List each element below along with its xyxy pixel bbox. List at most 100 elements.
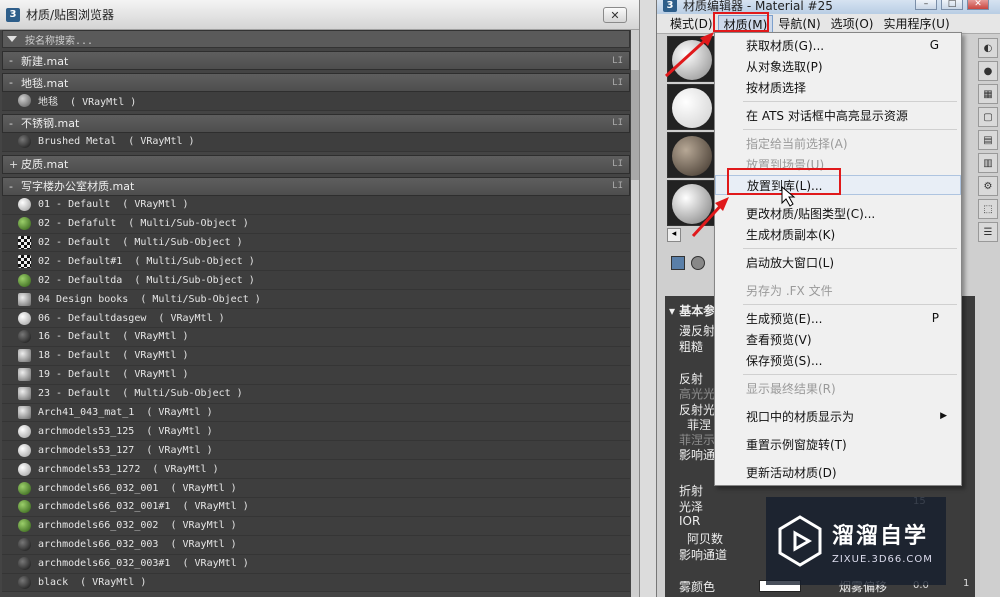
material-list-item[interactable]: 地毯 ( VRayMtl )	[2, 92, 630, 111]
uv-tiling-icon[interactable]: ▢	[978, 107, 998, 127]
menu-options[interactable]: 选项(O)	[826, 15, 879, 33]
material-list-item[interactable]: 02 - Defaultda ( Multi/Sub-Object )	[2, 271, 630, 291]
navigator-icon[interactable]: ☰	[978, 222, 998, 242]
param-label: IOR	[679, 514, 701, 528]
material-list-item[interactable]: 23 - Default ( Multi/Sub-Object )	[2, 384, 630, 404]
material-list-item[interactable]: 18 - Default ( VRayMtl )	[2, 346, 630, 366]
library-group-header[interactable]: + 皮质.mat LI	[2, 154, 630, 174]
library-group-header[interactable]: - 新建.mat LI	[2, 51, 630, 70]
material-list-item[interactable]: archmodels66_032_002 ( VRayMtl )	[2, 516, 630, 536]
material-list-item[interactable]: 01 - Default ( VRayMtl )	[2, 195, 630, 215]
material-list-item[interactable]: 02 - Default#1 ( Multi/Sub-Object )	[2, 252, 630, 272]
rollout-header[interactable]: ▾ 基本参	[669, 302, 715, 319]
material-list-item[interactable]: archmodels66_032_003#1 ( VRayMtl )	[2, 554, 630, 574]
menu-item[interactable]: 指定给当前选择(A)	[715, 133, 961, 153]
material-list-item[interactable]: archmodels66_032_003 ( VRayMtl )	[2, 535, 630, 555]
sample-slot[interactable]	[667, 36, 715, 82]
material-list-item[interactable]: Brushed Metal ( VRayMtl )	[2, 132, 630, 152]
watermark-subtitle: ZIXUE.3D66.COM	[832, 553, 933, 565]
material-swatch-icon	[18, 135, 31, 149]
video-color-check-icon[interactable]: ▤	[978, 130, 998, 150]
browser-scrollbar[interactable]	[631, 30, 639, 597]
menu-item[interactable]: 视口中的材质显示为 ▶	[715, 406, 961, 426]
menu-item[interactable]: 获取材质(G)... G	[715, 35, 961, 55]
close-icon[interactable]: ✕	[967, 0, 989, 10]
menu-item-label: 在 ATS 对话框中高亮显示资源	[746, 108, 908, 123]
menu-item[interactable]: 生成预览(E)... P	[715, 308, 961, 328]
library-group-header[interactable]: - 地毯.mat LI	[2, 73, 630, 92]
sample-type-icon[interactable]: ◐	[978, 38, 998, 58]
library-group-header[interactable]: - 不锈钢.mat LI	[2, 113, 630, 133]
options-icon[interactable]: ⚙	[978, 176, 998, 196]
menu-item[interactable]: 在 ATS 对话框中高亮显示资源	[715, 105, 961, 125]
menu-item[interactable]: 放置到库(L)...	[715, 175, 961, 195]
material-list-item[interactable]: Arch41_043_mat_1 ( VRayMtl )	[2, 403, 630, 423]
param-label: 阿贝数	[687, 532, 724, 546]
expand-toggle-icon[interactable]: +	[9, 158, 18, 171]
material-list-item[interactable]: archmodels53_127 ( VRayMtl )	[2, 441, 630, 461]
menu-item[interactable]: 从对象选取(P)	[715, 56, 961, 76]
material-list-item[interactable]: 02 - Default ( Multi/Sub-Object )	[2, 233, 630, 253]
material-list-item[interactable]: 16 - Default ( VRayMtl )	[2, 328, 630, 347]
material-list-item[interactable]: black ( VRayMtl )	[2, 573, 630, 593]
menu-separator	[743, 101, 957, 102]
material-swatch-icon	[18, 368, 31, 382]
material-list-item[interactable]: archmodels66_032_001#1 ( VRayMtl )	[2, 498, 630, 517]
pick-material-icon[interactable]	[671, 256, 685, 270]
submenu-arrow-icon: ▶	[940, 411, 947, 421]
library-group-header[interactable]: - 写字楼办公室材质.mat LI	[2, 176, 630, 196]
select-by-material-icon[interactable]: ⬚	[978, 199, 998, 219]
make-preview-icon[interactable]: ▥	[978, 153, 998, 173]
backlight-icon[interactable]: ●	[978, 61, 998, 81]
expand-toggle-icon[interactable]: -	[9, 117, 17, 130]
expand-toggle-icon[interactable]: -	[9, 76, 17, 89]
menu-item[interactable]: 显示最终结果(R)	[715, 378, 961, 398]
close-icon[interactable]: ✕	[603, 7, 627, 23]
expand-toggle-icon[interactable]: -	[9, 180, 17, 193]
material-list-item[interactable]: 06 - Defaultdasgew ( VRayMtl )	[2, 309, 630, 329]
menu-item[interactable]: 重置示例窗旋转(T)	[715, 434, 961, 454]
menu-item-label: 保存预览(S)...	[746, 353, 823, 368]
expand-toggle-icon[interactable]: -	[9, 54, 17, 67]
material-name: 23 - Default ( Multi/Sub-Object )	[38, 388, 243, 400]
menu-item[interactable]: 另存为 .FX 文件	[715, 280, 961, 300]
sample-slot[interactable]	[667, 180, 715, 226]
menu-item[interactable]: 更新活动材质(D)	[715, 462, 961, 482]
menu-mode[interactable]: 模式(D)	[665, 15, 718, 33]
material-list-item[interactable]: 04 Design books ( Multi/Sub-Object )	[2, 290, 630, 310]
menu-item-label: 从对象选取(P)	[746, 59, 823, 74]
material-list-item[interactable]: 02 - Defafult ( Multi/Sub-Object )	[2, 214, 630, 234]
menu-navigation[interactable]: 导航(N)	[773, 15, 825, 33]
menu-item-label: 显示最终结果(R)	[746, 381, 836, 396]
editor-title: 材质编辑器 - Material #25	[683, 0, 833, 13]
menu-shortcut: G	[929, 38, 939, 52]
material-list-item[interactable]: 19 - Default ( VRayMtl )	[2, 365, 630, 385]
put-to-scene-icon[interactable]	[691, 256, 705, 270]
scrollbar-thumb[interactable]	[631, 70, 639, 180]
menu-item[interactable]: 查看预览(V)	[715, 329, 961, 349]
material-list-item[interactable]: archmodels53_125 ( VRayMtl )	[2, 422, 630, 442]
menu-item-label: 放置到场景(U)	[746, 157, 825, 172]
search-input[interactable]: 按名称搜索...	[2, 30, 630, 48]
menu-item[interactable]: 更改材质/贴图类型(C)...	[715, 203, 961, 223]
background-icon[interactable]: ▦	[978, 84, 998, 104]
minimize-icon[interactable]: –	[915, 0, 937, 10]
menu-utilities[interactable]: 实用程序(U)	[878, 15, 954, 33]
menu-item[interactable]: 放置到场景(U)	[715, 154, 961, 174]
menu-item[interactable]: 启动放大窗口(L)	[715, 252, 961, 272]
menu-item[interactable]: 保存预览(S)...	[715, 350, 961, 370]
sample-slot[interactable]	[667, 84, 715, 130]
scroll-left-icon[interactable]: ◂	[667, 228, 681, 242]
material-list-item[interactable]: archmodels66_032_001 ( VRayMtl )	[2, 479, 630, 499]
menu-item[interactable]: 按材质选择	[715, 77, 961, 97]
browser-pane: 按名称搜索... - 新建.mat LI - 地毯.mat LI 地毯 ( VRayMtl …	[0, 30, 632, 597]
menu-material[interactable]: 材质(M)	[717, 14, 774, 33]
library-group-tag: LI	[612, 118, 623, 129]
param-value[interactable]: 1	[963, 578, 969, 589]
material-list-item[interactable]: archmodels53_1272 ( VRayMtl )	[2, 460, 630, 480]
maximize-icon[interactable]: □	[941, 0, 963, 10]
collapse-triangle-icon[interactable]	[7, 36, 17, 42]
sample-slot[interactable]	[667, 132, 715, 178]
library-group-tag: LI	[612, 55, 623, 66]
menu-item[interactable]: 生成材质副本(K)	[715, 224, 961, 244]
